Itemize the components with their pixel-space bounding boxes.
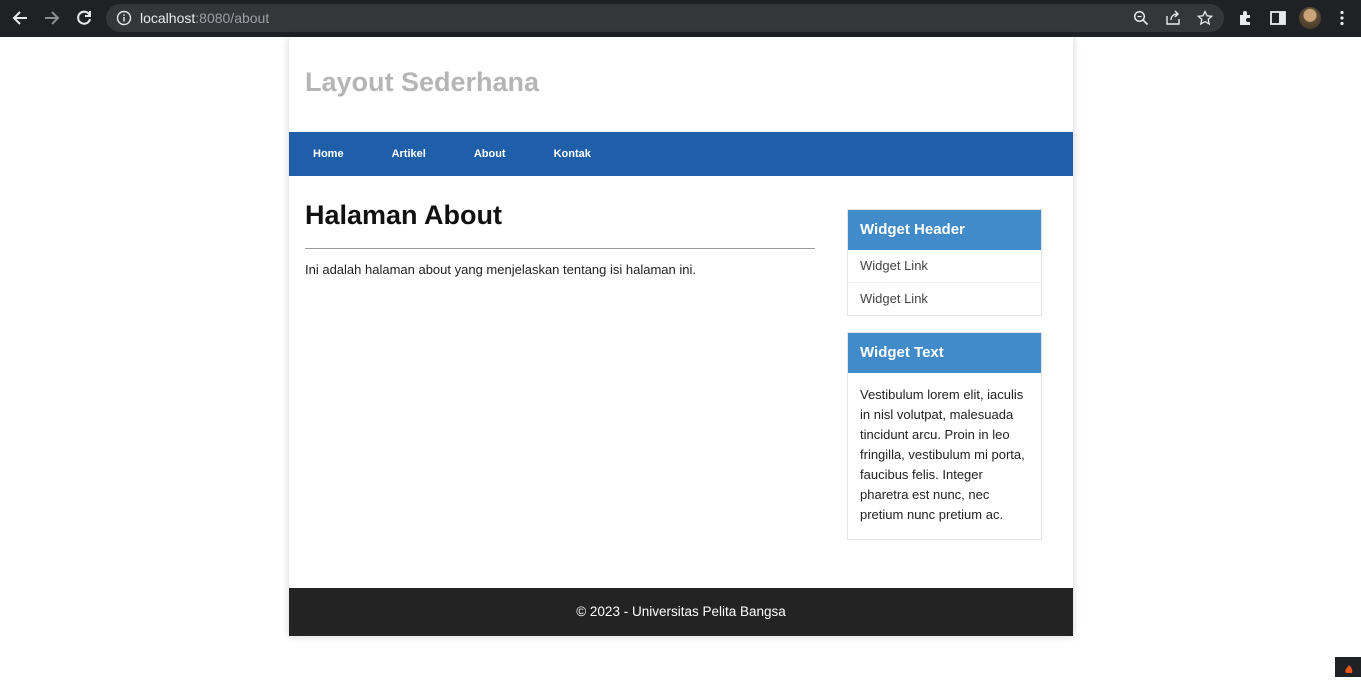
widget-links: Widget Header Widget Link Widget Link xyxy=(847,209,1042,316)
debug-toolbar-icon[interactable] xyxy=(1335,657,1361,677)
widget-text-header: Widget Text xyxy=(848,333,1041,373)
zoom-icon[interactable] xyxy=(1133,10,1149,26)
back-button[interactable] xyxy=(10,8,30,28)
share-icon[interactable] xyxy=(1165,10,1181,26)
main-navbar: Home Artikel About Kontak xyxy=(289,132,1073,176)
reload-button[interactable] xyxy=(74,8,94,28)
page-body-text: Ini adalah halaman about yang menjelaska… xyxy=(305,262,696,277)
reload-icon xyxy=(77,10,91,25)
heading-divider xyxy=(305,248,815,249)
url-text[interactable]: localhost:8080/about xyxy=(140,10,269,26)
bookmark-star-icon[interactable] xyxy=(1197,10,1213,26)
nav-item-artikel[interactable]: Artikel xyxy=(368,132,450,176)
site-footer: © 2023 - Universitas Pelita Bangsa xyxy=(289,588,1073,636)
info-icon[interactable] xyxy=(116,10,132,26)
back-arrow-icon xyxy=(12,11,27,25)
menu-kebab-icon[interactable] xyxy=(1333,9,1351,27)
widget-link-1[interactable]: Widget Link xyxy=(848,250,1041,282)
profile-avatar[interactable] xyxy=(1299,7,1321,29)
flame-icon xyxy=(1345,665,1353,673)
url-host: localhost xyxy=(140,10,196,26)
page-heading: Halaman About xyxy=(305,200,503,230)
page-container: Layout Sederhana Home Artikel About Kont… xyxy=(289,37,1073,636)
site-title: Layout Sederhana xyxy=(305,67,540,97)
nav-item-about[interactable]: About xyxy=(450,132,530,176)
widget-header: Widget Header xyxy=(848,210,1041,250)
widget-text: Widget Text Vestibulum lorem elit, iacul… xyxy=(847,332,1042,540)
forward-arrow-icon xyxy=(45,11,60,25)
side-panel-icon[interactable] xyxy=(1269,9,1287,27)
forward-button[interactable] xyxy=(42,8,62,28)
address-bar[interactable]: localhost:8080/about xyxy=(106,4,1224,32)
nav-item-kontak[interactable]: Kontak xyxy=(530,132,615,176)
url-path: :8080/about xyxy=(195,10,270,26)
main-content: Halaman About Ini adalah halaman about y… xyxy=(305,197,815,277)
widget-link-2[interactable]: Widget Link xyxy=(848,282,1041,315)
widget-text-body: Vestibulum lorem elit, iaculis in nisl v… xyxy=(860,387,1025,522)
extensions-puzzle-icon[interactable] xyxy=(1237,9,1255,27)
browser-toolbar: localhost:8080/about xyxy=(0,0,1361,37)
nav-item-home[interactable]: Home xyxy=(289,132,368,176)
